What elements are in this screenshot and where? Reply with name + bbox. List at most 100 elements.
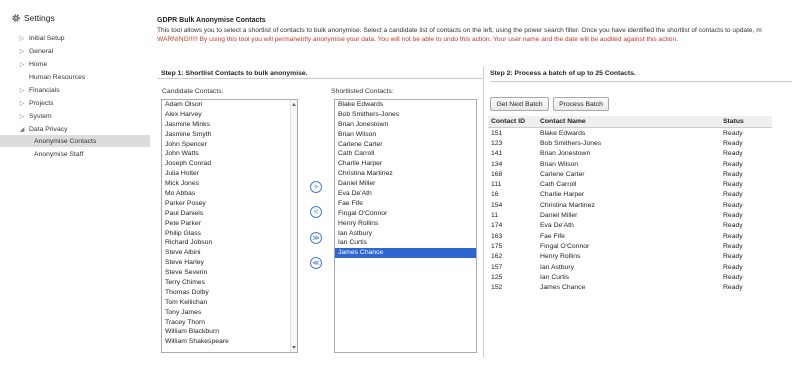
candidate-label: Candidate Contacts: xyxy=(162,88,224,95)
sidebar-item-label: Financials xyxy=(29,86,60,94)
list-item[interactable]: Ian Curtis xyxy=(335,238,476,248)
list-item[interactable]: Blake Edwards xyxy=(335,100,476,110)
list-item[interactable]: John Spencer xyxy=(162,140,297,150)
expand-arrow-icon[interactable]: ▷ xyxy=(18,61,26,68)
list-item[interactable]: Brian Wilson xyxy=(335,130,476,140)
contact-id-cell: 125 xyxy=(491,273,503,281)
contact-id-cell: 168 xyxy=(491,170,503,178)
move-left-button[interactable]: < xyxy=(310,206,322,218)
contact-id-cell: 134 xyxy=(491,160,503,168)
list-item[interactable]: Steve Albini xyxy=(162,248,297,258)
sidebar-item-home[interactable]: ▷ Home xyxy=(0,58,47,70)
contact-name-cell: Henry Rollins xyxy=(540,253,581,261)
get-next-batch-button[interactable]: Get Next Batch xyxy=(490,97,549,111)
status-cell: Ready xyxy=(723,284,743,292)
list-item[interactable]: James Chance xyxy=(335,248,476,259)
expand-arrow-icon[interactable]: ▷ xyxy=(18,113,26,120)
contact-name-cell: Eva De'Ath xyxy=(540,222,574,230)
sidebar-item-projects[interactable]: ▷ Projects xyxy=(0,97,54,109)
contact-name-cell: Ian Astbury xyxy=(540,263,575,271)
list-item[interactable]: Adam Olson xyxy=(162,100,297,110)
table-row: 157 Ian Astbury Ready xyxy=(488,262,772,272)
list-item[interactable]: Terry Chimes xyxy=(162,278,297,288)
process-batch-button[interactable]: Process Batch xyxy=(553,97,609,111)
sidebar-item-label: General xyxy=(29,47,54,55)
list-item[interactable]: Julia Holter xyxy=(162,169,297,179)
column-header[interactable]: Contact Name xyxy=(540,118,723,125)
contact-name-cell: Carlene Carter xyxy=(540,170,585,178)
expand-arrow-icon[interactable]: ▷ xyxy=(18,48,26,55)
list-item[interactable]: Alex Harvey xyxy=(162,110,297,120)
contact-name-cell: Charlie Harper xyxy=(540,191,585,199)
list-item[interactable]: Jasmine Smyth xyxy=(162,130,297,140)
column-header[interactable]: Status xyxy=(723,118,772,125)
table-row: 163 Fae Fife Ready xyxy=(488,231,772,241)
move-all-left-button[interactable]: ≪ xyxy=(310,257,322,269)
list-item[interactable]: Cath Carroll xyxy=(335,149,476,159)
list-item[interactable]: William Shakespeare xyxy=(162,337,297,347)
sidebar-item-human-resources[interactable]: Human Resources xyxy=(0,71,85,83)
table-row: 111 Cath Carroll Ready xyxy=(488,179,772,189)
status-cell: Ready xyxy=(723,212,743,220)
expand-arrow-icon[interactable]: ▷ xyxy=(18,35,26,42)
list-item[interactable]: Fae Fife xyxy=(335,199,476,209)
sidebar-item-initial-setup[interactable]: ▷ Initial Setup xyxy=(0,32,65,44)
candidate-list[interactable]: Adam Olson Alex Harvey Jasmine Minks Jasmin… xyxy=(161,99,298,353)
list-item[interactable]: Parker Posey xyxy=(162,199,297,209)
list-item[interactable]: Paul Daniels xyxy=(162,209,297,219)
candidate-scrollbar[interactable] xyxy=(290,100,297,352)
status-cell: Ready xyxy=(723,263,743,271)
list-item[interactable]: Christina Martinez xyxy=(335,169,476,179)
move-all-right-button[interactable]: ≫ xyxy=(310,232,322,244)
list-item[interactable]: Mick Jones xyxy=(162,179,297,189)
contact-name-cell: Fae Fife xyxy=(540,232,565,240)
list-item[interactable]: Richard Jobson xyxy=(162,238,297,248)
expanded-arrow-icon[interactable]: ◢ xyxy=(18,126,26,133)
list-item[interactable]: Carlene Carter xyxy=(335,140,476,150)
list-item[interactable]: Steve Harley xyxy=(162,258,297,268)
sidebar-item-anonymise-contacts[interactable]: Anonymise Contacts xyxy=(0,135,150,147)
list-item[interactable]: Jasmine Minks xyxy=(162,120,297,130)
list-item[interactable]: Tony James xyxy=(162,308,297,318)
list-item[interactable]: Pete Parker xyxy=(162,219,297,229)
move-right-button[interactable]: > xyxy=(310,181,322,193)
list-item[interactable]: Tom Kellichan xyxy=(162,298,297,308)
sidebar-item-financials[interactable]: ▷ Financials xyxy=(0,84,60,96)
list-item[interactable]: Mo Abbas xyxy=(162,189,297,199)
shortlist-label: Shortlisted Contacts: xyxy=(331,88,394,95)
expand-arrow-icon[interactable]: ▷ xyxy=(18,100,26,107)
list-item[interactable]: Bob Smithers-Jones xyxy=(335,110,476,120)
sidebar-item-anonymise-staff[interactable]: Anonymise Staff xyxy=(0,148,83,160)
list-item[interactable]: Joseph Conrad xyxy=(162,159,297,169)
sidebar-item-general[interactable]: ▷ General xyxy=(0,45,54,57)
sidebar-item-label: Anonymise Staff xyxy=(34,150,84,158)
settings-header: Settings xyxy=(11,13,55,23)
scroll-down-icon[interactable] xyxy=(292,346,296,349)
list-item[interactable]: William Blackburn xyxy=(162,327,297,337)
list-item[interactable]: Thomas Dolby xyxy=(162,288,297,298)
table-row: 162 Henry Rollins Ready xyxy=(488,252,772,262)
list-item[interactable]: Tracey Thorn xyxy=(162,318,297,328)
sidebar-item-label: System xyxy=(29,112,52,120)
list-item[interactable]: Charlie Harper xyxy=(335,159,476,169)
sidebar-item-data-privacy[interactable]: ◢ Data Privacy xyxy=(0,123,68,135)
list-item[interactable]: Daniel Miller xyxy=(335,179,476,189)
table-row: 16 Charlie Harper Ready xyxy=(488,190,772,200)
list-item[interactable]: Ian Astbury xyxy=(335,229,476,239)
list-item[interactable]: Fingal O'Connor xyxy=(335,209,476,219)
status-cell: Ready xyxy=(723,150,743,158)
table-header: Contact ID Contact Name Status xyxy=(488,116,772,128)
list-item[interactable]: Eva De'Ath xyxy=(335,189,476,199)
sidebar-item-system[interactable]: ▷ System xyxy=(0,110,52,122)
expand-arrow-icon[interactable]: ▷ xyxy=(18,87,26,94)
shortlist-list[interactable]: Blake Edwards Bob Smithers-Jones Brian Jon… xyxy=(334,99,477,353)
list-item[interactable]: Philip Glass xyxy=(162,229,297,239)
scroll-up-icon[interactable] xyxy=(292,103,296,106)
list-item[interactable]: Henry Rollins xyxy=(335,219,476,229)
list-item[interactable]: John Watts xyxy=(162,149,297,159)
column-header[interactable]: Contact ID xyxy=(488,118,540,125)
list-item[interactable]: Brian Jonestown xyxy=(335,120,476,130)
contact-id-cell: 154 xyxy=(491,201,503,209)
step1-heading: Step 1: Shortlist Contacts to bulk anony… xyxy=(161,70,308,77)
list-item[interactable]: Steve Severin xyxy=(162,268,297,278)
